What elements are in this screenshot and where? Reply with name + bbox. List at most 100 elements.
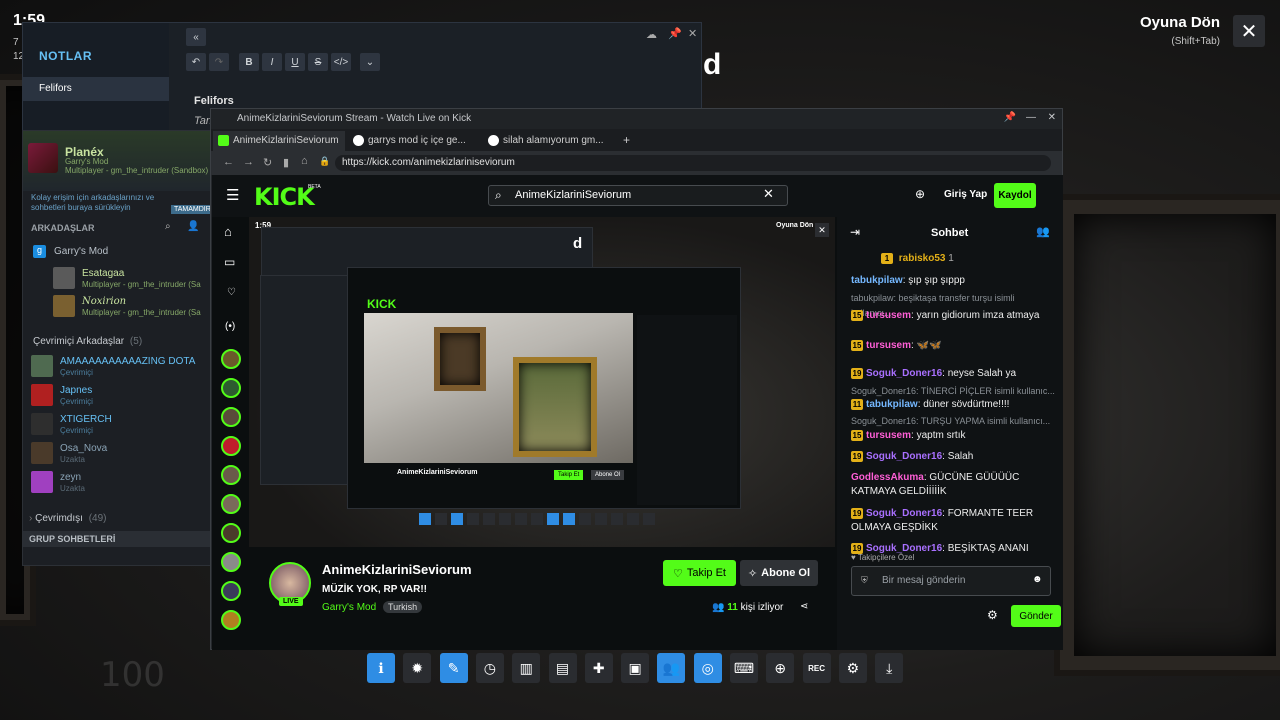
- chat-input[interactable]: ⛨ Bir mesaj gönderin ☻: [851, 566, 1051, 596]
- notes-icon[interactable]: ✎: [439, 653, 468, 683]
- tab-google-search-2[interactable]: silah alamıyorum gm...: [483, 131, 615, 151]
- bookmark-icon[interactable]: ▮: [283, 156, 289, 169]
- home-icon[interactable]: ⌂: [301, 155, 308, 167]
- url-bar[interactable]: https://kick.com/animekizlariniseviorum: [335, 155, 1051, 171]
- channel-avatar[interactable]: [221, 523, 241, 543]
- send-button[interactable]: Gönder: [1011, 605, 1061, 627]
- friends-icon[interactable]: 👥: [657, 653, 686, 683]
- friend-row-online-1[interactable]: Japnes Çevrimiçi: [31, 384, 213, 410]
- following-icon[interactable]: ♡: [227, 287, 236, 298]
- category-link[interactable]: Garry's Mod: [322, 602, 376, 613]
- channel-avatar[interactable]: [221, 436, 241, 456]
- chat-username[interactable]: tursusem: [866, 340, 911, 351]
- channel-avatar[interactable]: [221, 378, 241, 398]
- chat-username[interactable]: Soguk_Doner16: [866, 368, 942, 379]
- friend-row-away-1[interactable]: zeyn Uzakta: [31, 471, 213, 497]
- settings-icon[interactable]: ⚙: [838, 653, 867, 683]
- add-friend-icon[interactable]: 👤: [187, 221, 199, 232]
- italic-button[interactable]: I: [262, 53, 282, 71]
- chat-icon[interactable]: ▤: [548, 653, 577, 683]
- more-format-button[interactable]: ⌄: [360, 53, 380, 71]
- reload-icon[interactable]: ↻: [263, 156, 272, 169]
- guide-icon[interactable]: ▥: [512, 653, 541, 683]
- streamer-name[interactable]: AnimeKizlariniSeviorum: [322, 562, 472, 577]
- tab-kick-stream[interactable]: AnimeKizlariniSeviorum: [213, 131, 345, 151]
- chat-username[interactable]: GodlessAkuma: [851, 472, 924, 483]
- info-icon[interactable]: ℹ: [367, 653, 395, 683]
- chat-username[interactable]: Soguk_Doner16: [866, 508, 942, 519]
- pin-icon[interactable]: 📌: [1004, 112, 1016, 123]
- video-player[interactable]: 1:59 Oyuna Dön ✕ d KICK AnimeKizlariniSe…: [249, 217, 835, 547]
- hint-ok-button[interactable]: TAMAMDIR: [171, 205, 214, 214]
- clock-icon[interactable]: ◷: [475, 653, 504, 683]
- cloud-icon[interactable]: ☁: [646, 28, 657, 41]
- language-tag[interactable]: Turkish: [383, 601, 423, 613]
- back-icon[interactable]: ←: [223, 156, 234, 168]
- channel-avatar[interactable]: [221, 552, 241, 572]
- collapse-chat-icon[interactable]: ⇥: [850, 225, 860, 239]
- friend-row-online-0[interactable]: AMAAAAAAAAAAZING DOTA Çevrimiçi: [31, 355, 213, 381]
- pin-icon[interactable]: 📌: [668, 27, 682, 40]
- close-window-icon[interactable]: ✕: [1048, 112, 1056, 123]
- undo-button[interactable]: ↶: [186, 53, 206, 71]
- chat-username[interactable]: tursusem: [866, 430, 911, 441]
- group-chats-header[interactable]: GRUP SOHBETLERİ: [23, 531, 213, 547]
- minimize-window-icon[interactable]: —: [1026, 112, 1036, 123]
- offline-header[interactable]: › Çevrimdışı (49): [29, 513, 107, 524]
- channel-avatar[interactable]: [221, 407, 241, 427]
- bold-button[interactable]: B: [239, 53, 259, 71]
- browser-icon[interactable]: ◎: [693, 653, 722, 683]
- chat-settings-icon[interactable]: ⚙: [987, 608, 998, 622]
- menu-icon[interactable]: ☰: [226, 186, 239, 204]
- friend-row-online-2[interactable]: XTIGERCH Çevrimiçi: [31, 413, 213, 439]
- notes-close-icon[interactable]: ✕: [688, 27, 697, 40]
- tab-google-search-1[interactable]: garrys mod iç içe ge...: [348, 131, 480, 151]
- achievements-icon[interactable]: ✹: [403, 653, 432, 683]
- search-input[interactable]: AnimeKizlariniSeviorum: [488, 185, 788, 206]
- chat-username[interactable]: tabukpilaw: [851, 275, 903, 286]
- login-button[interactable]: Giriş Yap: [944, 189, 987, 200]
- emoji-icon[interactable]: ☻: [1032, 574, 1043, 585]
- wrench-icon[interactable]: ✚: [584, 653, 613, 683]
- globe-icon[interactable]: ⊕: [766, 653, 795, 683]
- share-icon[interactable]: ⋖: [800, 601, 808, 612]
- redo-button[interactable]: ↷: [209, 53, 229, 71]
- friend-row-away-0[interactable]: Osa_Nova Uzakta: [31, 442, 213, 468]
- signup-button[interactable]: Kaydol: [994, 183, 1036, 208]
- minimize-icon[interactable]: ⤓: [875, 653, 904, 683]
- strikethrough-button[interactable]: S: [308, 53, 328, 71]
- forward-icon[interactable]: →: [243, 156, 254, 168]
- controller-icon[interactable]: ⌨: [730, 653, 758, 683]
- friend-row-noxirion[interactable]: Noxirion Multiplayer - gm_the_intruder (…: [53, 295, 235, 321]
- chat-username[interactable]: tursusem: [866, 310, 911, 321]
- chat-username[interactable]: Soguk_Doner16: [866, 451, 942, 462]
- code-button[interactable]: </>: [331, 53, 351, 71]
- notes-item-felifors[interactable]: Felifors: [23, 77, 169, 101]
- channel-avatar[interactable]: [221, 581, 241, 601]
- online-header[interactable]: Çevrimiçi Arkadaşlar (5): [33, 336, 142, 347]
- channel-avatar[interactable]: [221, 465, 241, 485]
- channel-avatar[interactable]: [221, 494, 241, 514]
- search-icon[interactable]: ⌕: [165, 221, 171, 232]
- home-icon[interactable]: ⌂: [224, 224, 232, 239]
- return-to-game[interactable]: Oyuna Dön (Shift+Tab): [1140, 14, 1220, 47]
- kick-logo[interactable]: KICK: [254, 183, 315, 211]
- channel-avatar[interactable]: [221, 349, 241, 369]
- screenshots-icon[interactable]: ▣: [621, 653, 650, 683]
- follow-button[interactable]: ♡ Takip Et: [663, 560, 736, 586]
- recording-icon[interactable]: REC: [802, 653, 831, 683]
- close-overlay-button[interactable]: ✕: [1233, 15, 1265, 47]
- friend-row-esatagaa[interactable]: Esatagaa Multiplayer - gm_the_intruder (…: [53, 267, 235, 293]
- game-group-label[interactable]: Garry's Mod: [54, 246, 108, 257]
- new-tab-button[interactable]: +: [623, 133, 630, 147]
- language-globe-icon[interactable]: ⊕: [915, 187, 925, 201]
- browse-icon[interactable]: ▭: [224, 255, 235, 269]
- underline-button[interactable]: U: [285, 53, 305, 71]
- channel-avatar[interactable]: [221, 610, 241, 630]
- clear-search-icon[interactable]: ✕: [763, 186, 774, 202]
- subscribe-button[interactable]: ✧ Abone Ol: [740, 560, 818, 586]
- live-channels-icon[interactable]: (•): [225, 321, 235, 332]
- chat-users-icon[interactable]: 👥: [1036, 225, 1050, 238]
- user-avatar[interactable]: [28, 143, 58, 173]
- chat-username[interactable]: tabukpilaw: [866, 399, 918, 410]
